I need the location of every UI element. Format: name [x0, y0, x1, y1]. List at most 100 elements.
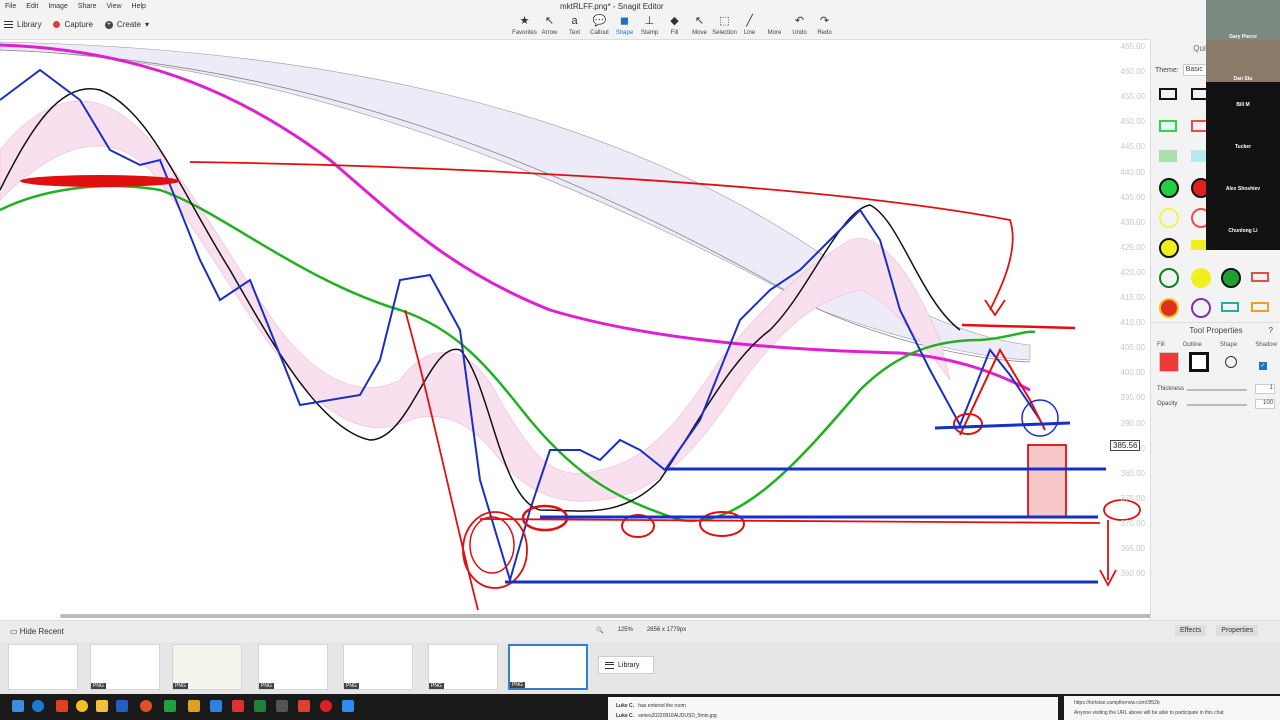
firefox-icon[interactable]: [140, 700, 152, 712]
menu-help[interactable]: Help: [127, 0, 151, 14]
tool-line[interactable]: ╱ Line: [737, 14, 762, 40]
tool-label: Callout: [590, 30, 609, 36]
style-green-rect[interactable]: [1159, 120, 1177, 132]
brave-icon[interactable]: [56, 700, 68, 712]
tool-fill[interactable]: ◆ Fill: [662, 14, 687, 40]
menu-image[interactable]: Image: [43, 0, 72, 14]
image-canvas[interactable]: 465.00 460.00 455.00 450.00 445.00 440.00 435.…: [0, 40, 1150, 620]
app-icon-5[interactable]: [276, 700, 288, 712]
tool-text[interactable]: a Text: [562, 14, 587, 40]
app-icon-2[interactable]: [188, 700, 200, 712]
create-button[interactable]: + Create ▾: [104, 20, 149, 29]
recent-thumb-selected[interactable]: PNG: [508, 644, 588, 690]
opacity-slider[interactable]: [1187, 404, 1247, 406]
tool-callout[interactable]: 💬 Callout: [587, 14, 612, 40]
recent-thumb-5[interactable]: PNG: [343, 644, 413, 690]
participant-name: Tucker: [1234, 144, 1252, 150]
tool-more[interactable]: More: [762, 14, 787, 40]
tool-arrow[interactable]: ↖ Arrow: [537, 14, 562, 40]
tool-shape[interactable]: ◼ Shape: [612, 14, 637, 40]
tool-stamp[interactable]: ⊥ Stamp: [637, 14, 662, 40]
tool-redo[interactable]: ↷ Redo: [812, 14, 837, 40]
menu-file[interactable]: File: [0, 0, 21, 14]
participant-tile-4: Tucker: [1206, 124, 1280, 166]
windows-start-icon[interactable]: [12, 700, 24, 712]
line-icon: ╱: [746, 15, 753, 27]
opacity-input[interactable]: 100: [1255, 399, 1275, 409]
explorer-icon[interactable]: [96, 700, 108, 712]
powerpoint-icon[interactable]: [298, 700, 310, 712]
tray-library-label: Library: [618, 661, 640, 669]
properties-tab[interactable]: Properties: [1216, 625, 1259, 636]
excel-icon[interactable]: [254, 700, 266, 712]
chrome-icon[interactable]: [76, 700, 88, 712]
app-icon-6[interactable]: [320, 700, 332, 712]
snagit-editor-window: File Edit Image Share View Help mktRLFF.…: [0, 0, 1280, 720]
style-yellow-fill[interactable]: [1191, 240, 1207, 250]
tool-label: Stamp: [640, 30, 659, 36]
recent-thumb-6[interactable]: PNG: [428, 644, 498, 690]
redo-icon: ↷: [819, 15, 830, 27]
zoom-app-icon[interactable]: [342, 700, 354, 712]
help-icon[interactable]: ?: [1269, 323, 1273, 339]
price-tick: 435.00: [1120, 192, 1145, 202]
chat-message-2: Luke C. series20220916AUDUSD_5min.jpg: [616, 713, 717, 719]
hide-recent-button[interactable]: ▭ Hide Recent: [10, 627, 64, 636]
tool-selection[interactable]: ⬚ Selection: [712, 14, 737, 40]
image-dimensions[interactable]: 2856 x 1779px: [647, 627, 686, 634]
style-orange-circle[interactable]: [1159, 298, 1179, 318]
app-icon-1[interactable]: [164, 700, 176, 712]
tool-undo[interactable]: ↶ Undo: [787, 14, 812, 40]
style-darkgreen-circle[interactable]: [1221, 268, 1241, 288]
selection-icon: ⬚: [719, 15, 730, 27]
price-tick: 410.00: [1120, 318, 1145, 328]
zoom-level[interactable]: 125%: [617, 627, 632, 634]
effects-tab[interactable]: Effects: [1175, 625, 1207, 636]
chevron-icon: ▭: [10, 627, 18, 636]
thickness-input[interactable]: 1: [1255, 384, 1275, 394]
thickness-row: Thickness 1: [1157, 384, 1277, 394]
chat-url[interactable]: https://tortoise.campfirenow.com/3f52b: [1074, 700, 1160, 706]
recent-thumb-4[interactable]: PNG: [258, 644, 328, 690]
tool-favorites[interactable]: ★ Favorites: [512, 14, 537, 40]
style-red-rect-2[interactable]: [1251, 272, 1269, 282]
edge-icon[interactable]: [32, 700, 44, 712]
app-icon-4[interactable]: [232, 700, 244, 712]
fill-swatch[interactable]: [1159, 352, 1179, 372]
arrow-icon: ↖: [544, 15, 555, 27]
horizontal-scrollbar[interactable]: [60, 614, 1150, 618]
shape-icon: ◼: [619, 15, 630, 27]
style-purple-ring[interactable]: [1191, 298, 1211, 318]
recent-thumb-2[interactable]: PNG: [90, 644, 160, 690]
tray-library-button[interactable]: Library: [598, 656, 654, 674]
style-green-ring[interactable]: [1159, 268, 1179, 288]
menu-view[interactable]: View: [102, 0, 127, 14]
checkbox-icon: ✓: [1259, 362, 1267, 370]
shadow-swatch[interactable]: ✓: [1253, 352, 1273, 372]
style-yellow-ring[interactable]: [1159, 208, 1179, 228]
menu-edit[interactable]: Edit: [21, 0, 43, 14]
word-icon[interactable]: [116, 700, 128, 712]
style-orange-rect[interactable]: [1251, 302, 1269, 312]
library-button[interactable]: Library: [4, 20, 41, 29]
style-yellow-dot[interactable]: [1191, 268, 1211, 288]
style-yellow-circle[interactable]: [1159, 238, 1179, 258]
thickness-slider[interactable]: [1187, 389, 1247, 391]
chat-text[interactable]: series20220916AUDUSD_5min.jpg: [638, 713, 716, 719]
outline-swatch[interactable]: [1189, 352, 1209, 372]
style-green-circle[interactable]: [1159, 178, 1179, 198]
hamburger-icon: [4, 21, 13, 28]
app-icon-3[interactable]: [210, 700, 222, 712]
style-teal-rect[interactable]: [1221, 302, 1239, 312]
capture-button[interactable]: Capture: [53, 20, 93, 29]
recent-thumb-1[interactable]: [8, 644, 78, 690]
recent-thumb-3[interactable]: PNG: [172, 644, 242, 690]
style-black-rect[interactable]: [1159, 88, 1177, 100]
recent-tray: PNG PNG PNG PNG PNG PNG Library: [0, 642, 1280, 694]
menu-share[interactable]: Share: [73, 0, 102, 14]
tool-move[interactable]: ↖ Move: [687, 14, 712, 40]
participant-tile-3: Bill M: [1206, 82, 1280, 124]
shape-swatch[interactable]: [1221, 352, 1241, 372]
style-green-fill[interactable]: [1159, 150, 1177, 162]
red-hatched-box: [1027, 444, 1067, 518]
